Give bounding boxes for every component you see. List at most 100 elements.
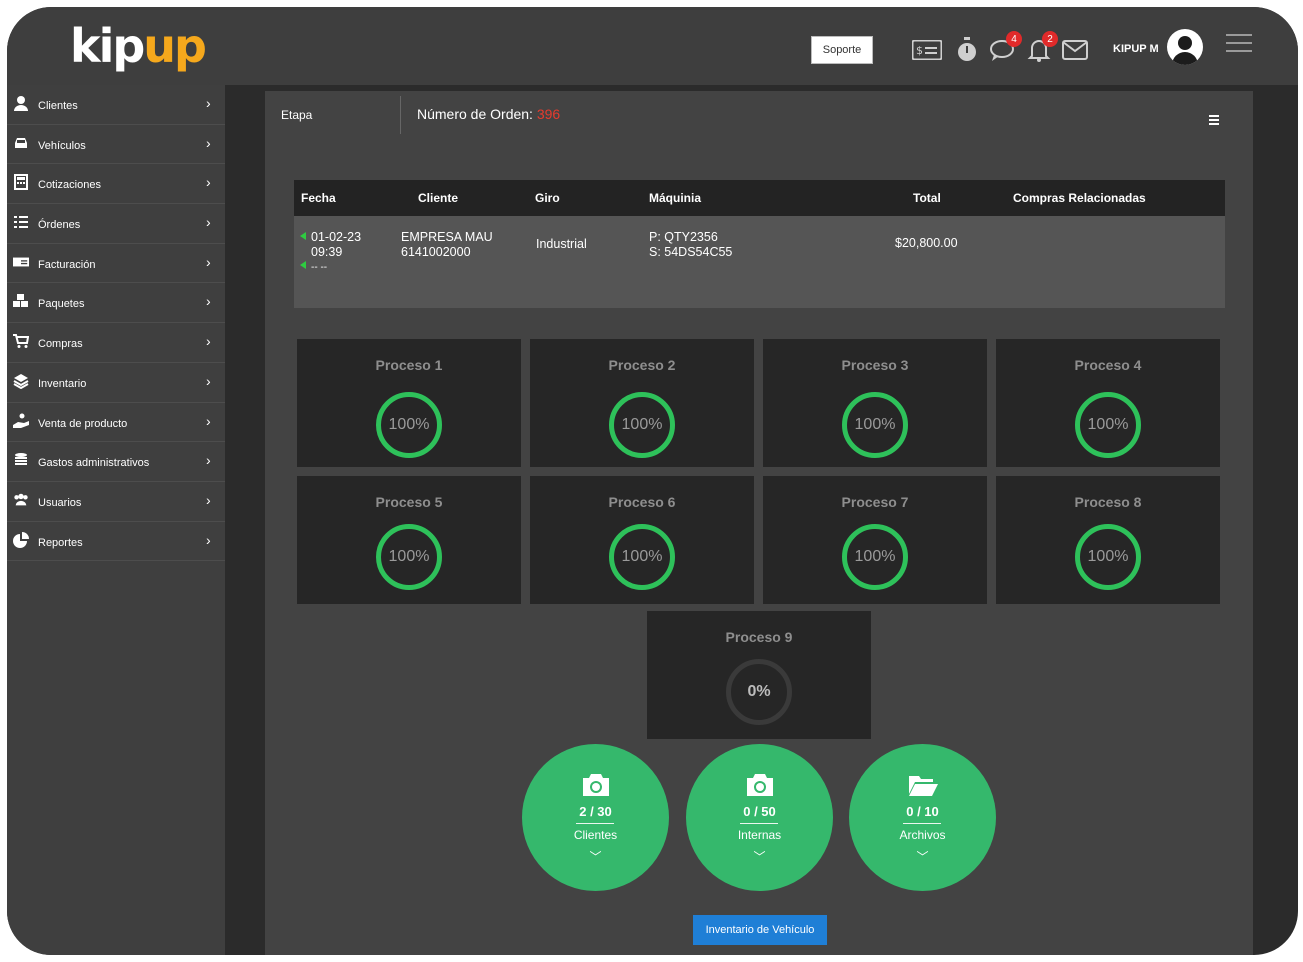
bill-icon xyxy=(13,257,29,267)
col-fecha: Fecha xyxy=(301,191,336,205)
list-icon xyxy=(14,216,28,229)
cell-giro: Industrial xyxy=(536,237,587,251)
sidebar-item-gastos-administrativos[interactable]: Gastos administrativos › xyxy=(7,442,225,482)
bubble-label: Archivos xyxy=(899,828,946,842)
col-giro: Giro xyxy=(535,191,560,205)
chevron-right-icon: › xyxy=(206,531,211,548)
process-card[interactable]: Proceso 5 100% xyxy=(297,476,521,604)
vehicle-inventory-button[interactable]: Inventario de Vehículo xyxy=(693,915,827,945)
photo-count: 0 / 50 xyxy=(743,804,776,819)
process-card[interactable]: Proceso 8 100% xyxy=(996,476,1220,604)
bubble-label: Clientes xyxy=(573,828,618,842)
coins-icon xyxy=(15,453,27,466)
cubes-icon xyxy=(13,294,28,308)
chevron-right-icon: › xyxy=(206,214,211,231)
mail-icon[interactable] xyxy=(1058,35,1092,65)
main-content: Etapa Número de Orden: 396 Fecha Cliente… xyxy=(265,91,1253,955)
sidebar-item-vehiculos[interactable]: Vehículos › xyxy=(7,125,225,165)
stopwatch-icon[interactable] xyxy=(950,35,984,65)
order-number-heading: Número de Orden: 396 xyxy=(417,106,560,122)
cell-fecha: 01-02-23 09:39 -- -- xyxy=(300,230,361,275)
billing-icon[interactable]: $ xyxy=(910,35,944,65)
cell-cliente: EMPRESA MAU 6141002000 xyxy=(401,230,493,260)
sidebar-item-label: Órdenes xyxy=(38,219,81,232)
process-card[interactable]: Proceso 3 100% xyxy=(763,339,987,467)
arrow-left-icon xyxy=(300,232,306,240)
sidebar-item-venta-de-producto[interactable]: Venta de producto › xyxy=(7,403,225,443)
file-count: 0 / 10 xyxy=(906,804,939,819)
process-title: Proceso 6 xyxy=(608,494,676,510)
process-card[interactable]: Proceso 6 100% xyxy=(530,476,754,604)
sidebar-item-inventario[interactable]: Inventario › xyxy=(7,363,225,403)
photos-clientes-bubble[interactable]: 2 / 30 Clientes ﹀ xyxy=(522,744,669,891)
col-compras-relacionadas: Compras Relacionadas xyxy=(1013,191,1146,205)
process-card[interactable]: Proceso 9 0% xyxy=(647,611,871,739)
chevron-down-icon[interactable]: ﹀ xyxy=(686,848,833,865)
sidebar-item-label: Cotizaciones xyxy=(38,179,101,192)
sidebar-item-reportes[interactable]: Reportes › xyxy=(7,522,225,562)
process-card[interactable]: Proceso 2 100% xyxy=(530,339,754,467)
col-total: Total xyxy=(913,191,941,205)
chevron-right-icon: › xyxy=(206,253,211,270)
sidebar-item-label: Usuarios xyxy=(38,496,82,509)
support-button[interactable]: Soporte xyxy=(811,36,873,64)
cell-total: $20,800.00 xyxy=(895,236,958,250)
date2-text: -- -- xyxy=(311,262,328,273)
username-label[interactable]: KIPUP M xyxy=(1113,43,1159,55)
client-phone: 6141002000 xyxy=(401,245,471,259)
top-header: kipup Soporte $ 4 2 KIPUP M xyxy=(7,7,1298,85)
car-icon xyxy=(15,137,27,148)
user-avatar[interactable] xyxy=(1167,29,1203,65)
chevron-down-icon[interactable]: ﹀ xyxy=(522,848,669,865)
chevron-right-icon: › xyxy=(206,95,211,111)
sidebar-item-cotizaciones[interactable]: Cotizaciones › xyxy=(7,164,225,205)
sidebar: Clientes › Vehículos › Cotizaciones › Ór… xyxy=(7,85,225,955)
app-frame: kipup Soporte $ 4 2 KIPUP M Clientes › V… xyxy=(7,7,1298,955)
sidebar-item-label: Compras xyxy=(38,338,83,351)
chat-badge: 4 xyxy=(1006,31,1022,47)
process-title: Proceso 1 xyxy=(375,357,443,373)
col-maquinia: Máquinia xyxy=(649,191,702,205)
process-title: Proceso 3 xyxy=(841,357,909,373)
options-menu-icon[interactable] xyxy=(1209,115,1219,127)
progress-ring: 100% xyxy=(842,524,908,590)
process-title: Proceso 9 xyxy=(725,629,793,645)
calculator-icon xyxy=(14,174,28,191)
sidebar-item-label: Paquetes xyxy=(38,298,85,311)
divider xyxy=(576,823,614,824)
kipup-logo[interactable]: kipup xyxy=(70,19,207,73)
sidebar-item-compras[interactable]: Compras › xyxy=(7,323,225,363)
date-text: 01-02-23 xyxy=(311,230,362,244)
sidebar-item-label: Reportes xyxy=(38,536,83,549)
sidebar-item-label: Facturación xyxy=(38,258,96,271)
chat-icon[interactable]: 4 xyxy=(986,31,1022,65)
divider xyxy=(740,823,778,824)
sidebar-item-label: Clientes xyxy=(38,100,78,112)
col-cliente: Cliente xyxy=(418,191,459,205)
sidebar-item-paquetes[interactable]: Paquetes › xyxy=(7,283,225,324)
hamburger-menu-icon[interactable] xyxy=(1226,34,1252,56)
sidebar-item-label: Gastos administrativos xyxy=(38,457,150,470)
logo-text-up: up xyxy=(143,19,207,73)
notification-badge: 2 xyxy=(1042,31,1058,47)
notification-bell-icon[interactable]: 2 xyxy=(1022,31,1058,65)
sidebar-item-label: Venta de producto xyxy=(38,417,128,430)
files-archivos-bubble[interactable]: 0 / 10 Archivos ﹀ xyxy=(849,744,996,891)
chevron-down-icon[interactable]: ﹀ xyxy=(849,848,996,865)
user-icon xyxy=(14,96,28,111)
sidebar-item-clientes[interactable]: Clientes › xyxy=(7,85,225,125)
sidebar-item-facturacion[interactable]: Facturación › xyxy=(7,244,225,284)
process-title: Proceso 8 xyxy=(1074,494,1142,510)
process-card[interactable]: Proceso 7 100% xyxy=(763,476,987,604)
sidebar-item-usuarios[interactable]: Usuarios › xyxy=(7,482,225,522)
process-card[interactable]: Proceso 4 100% xyxy=(996,339,1220,467)
etapa-label: Etapa xyxy=(281,108,313,122)
process-title: Proceso 7 xyxy=(841,494,909,510)
arrow-left-icon xyxy=(300,261,306,269)
machine-s: S: 54DS54C55 xyxy=(649,245,733,259)
bubble-label: Internas xyxy=(737,828,782,842)
process-card[interactable]: Proceso 1 100% xyxy=(297,339,521,467)
photos-internas-bubble[interactable]: 0 / 50 Internas ﹀ xyxy=(686,744,833,891)
sidebar-item-ordenes[interactable]: Órdenes › xyxy=(7,204,225,244)
cell-maquinia: P: QTY2356 S: 54DS54C55 xyxy=(649,230,732,260)
